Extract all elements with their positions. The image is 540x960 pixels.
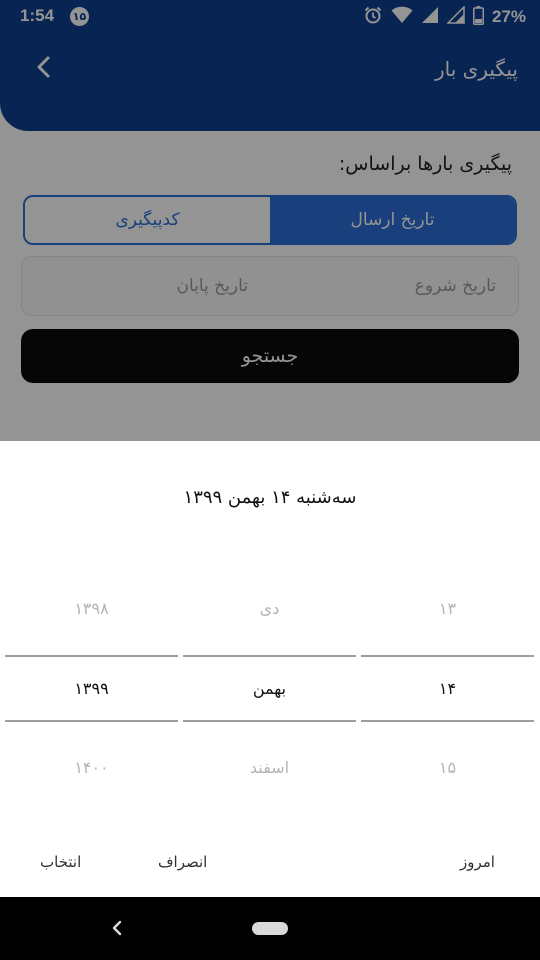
date-wheel-picker: ۱۳۹۸ ۱۳۹۹ ۱۴۰۰ دی بهمن اسفند ۱۳ ۱۴ ۱۵	[5, 571, 535, 811]
year-next-option[interactable]: ۱۴۰۰	[5, 748, 178, 788]
month-wheel[interactable]: دی بهمن اسفند	[183, 571, 356, 811]
month-prev-option[interactable]: دی	[183, 589, 356, 629]
date-picker-sheet: سه‌شنبه ۱۴ بهمن ۱۳۹۹ ۱۳۹۸ ۱۳۹۹ ۱۴۰۰ دی ب…	[0, 441, 540, 897]
year-selection-line-top	[5, 655, 178, 657]
day-selection-line-bottom	[361, 720, 534, 722]
year-prev-option[interactable]: ۱۳۹۸	[5, 589, 178, 629]
selected-date-title: سه‌شنبه ۱۴ بهمن ۱۳۹۹	[183, 487, 357, 508]
modal-scrim[interactable]	[0, 0, 540, 441]
cancel-button[interactable]: انصراف	[158, 853, 207, 871]
nav-back-button[interactable]	[106, 917, 128, 939]
year-selected-option[interactable]: ۱۳۹۹	[5, 669, 178, 709]
month-selected-option[interactable]: بهمن	[183, 669, 356, 709]
nav-home-pill[interactable]	[252, 922, 288, 935]
year-wheel[interactable]: ۱۳۹۸ ۱۳۹۹ ۱۴۰۰	[5, 571, 178, 811]
day-selected-option[interactable]: ۱۴	[361, 669, 534, 709]
system-nav-bar	[0, 897, 540, 960]
day-prev-option[interactable]: ۱۳	[361, 589, 534, 629]
day-next-option[interactable]: ۱۵	[361, 748, 534, 788]
today-button[interactable]: امروز	[460, 853, 495, 871]
day-selection-line-top	[361, 655, 534, 657]
month-selection-line-top	[183, 655, 356, 657]
month-next-option[interactable]: اسفند	[183, 748, 356, 788]
month-selection-line-bottom	[183, 720, 356, 722]
nav-back-icon	[112, 920, 122, 936]
select-button[interactable]: انتخاب	[40, 853, 81, 871]
day-wheel[interactable]: ۱۳ ۱۴ ۱۵	[361, 571, 534, 811]
picker-actions: انتخاب انصراف امروز	[0, 845, 540, 885]
year-selection-line-bottom	[5, 720, 178, 722]
